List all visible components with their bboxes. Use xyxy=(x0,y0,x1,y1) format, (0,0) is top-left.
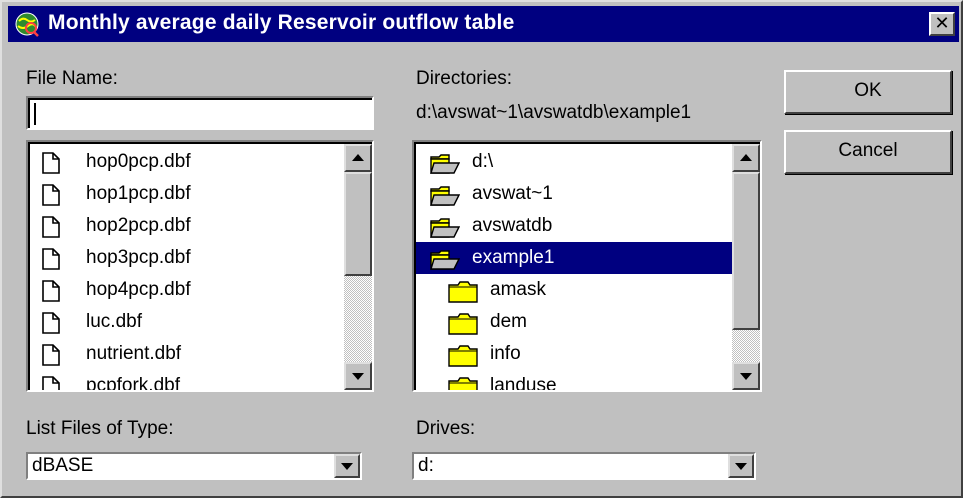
file-item-label: nutrient.dbf xyxy=(86,343,182,364)
title-bar[interactable]: Monthly average daily Reservoir outflow … xyxy=(8,6,959,42)
directory-item-label: d:\ xyxy=(472,151,494,172)
directory-item-info[interactable]: info xyxy=(416,338,732,370)
file-item-hop0pcp[interactable]: hop0pcp.dbf xyxy=(30,146,344,178)
directory-item-avswat1[interactable]: avswat~1 xyxy=(416,178,732,210)
file-item-label: hop3pcp.dbf xyxy=(86,247,191,268)
arrow-up-icon xyxy=(352,154,364,161)
ok-button-label: OK xyxy=(854,80,882,101)
document-icon xyxy=(42,280,60,302)
app-globe-icon xyxy=(15,12,39,37)
arrow-up-icon xyxy=(740,154,752,161)
file-item-nutrient[interactable]: nutrient.dbf xyxy=(30,338,344,370)
file-list-viewport: hop0pcp.dbf hop1pcp.dbf hop2pcp.dbf hop3… xyxy=(28,142,372,390)
directory-list[interactable]: d:\ avswat~1 avswatdb example1 amask dem… xyxy=(412,140,762,392)
file-name-input[interactable] xyxy=(26,96,374,130)
file-item-luc[interactable]: luc.dbf xyxy=(30,306,344,338)
folder-icon xyxy=(448,281,478,303)
directories-label: Directories: xyxy=(416,68,513,89)
file-item-hop2pcp[interactable]: hop2pcp.dbf xyxy=(30,210,344,242)
file-item-label: luc.dbf xyxy=(86,311,142,332)
file-scroll-thumb[interactable] xyxy=(344,172,372,276)
directory-item-landuse[interactable]: landuse xyxy=(416,370,732,390)
file-item-hop1pcp[interactable]: hop1pcp.dbf xyxy=(30,178,344,210)
drives-select[interactable]: d: xyxy=(412,452,756,480)
open-folder-icon xyxy=(430,250,460,270)
directory-scroll-up-button[interactable] xyxy=(732,144,760,172)
open-folder-icon xyxy=(430,154,460,174)
ok-button[interactable]: OK xyxy=(784,70,952,114)
file-item-hop3pcp[interactable]: hop3pcp.dbf xyxy=(30,242,344,274)
document-icon xyxy=(42,312,60,334)
file-name-label: File Name: xyxy=(26,68,118,89)
directory-item-label: example1 xyxy=(472,247,555,268)
open-folder-icon xyxy=(430,186,460,206)
drives-value: d: xyxy=(418,455,434,476)
file-list-scrollbar[interactable] xyxy=(344,144,372,390)
directory-list-items: d:\ avswat~1 avswatdb example1 amask dem… xyxy=(416,146,732,390)
directory-item-label: amask xyxy=(490,279,546,300)
document-icon xyxy=(42,344,60,366)
cancel-button[interactable]: Cancel xyxy=(784,130,952,174)
document-icon xyxy=(42,376,60,390)
text-caret xyxy=(34,103,36,125)
file-item-label: hop0pcp.dbf xyxy=(86,151,191,172)
file-name-input-field xyxy=(28,98,372,128)
open-folder-icon xyxy=(430,218,460,238)
directory-item-d-root[interactable]: d:\ xyxy=(416,146,732,178)
chevron-down-icon xyxy=(341,463,353,470)
folder-icon xyxy=(448,345,478,367)
directory-item-example1[interactable]: example1 xyxy=(416,242,732,274)
current-directory-path: d:\avswat~1\avswatdb\example1 xyxy=(416,102,692,123)
file-scroll-down-button[interactable] xyxy=(344,362,372,390)
directory-item-label: avswat~1 xyxy=(472,183,553,204)
directory-list-scrollbar[interactable] xyxy=(732,144,760,390)
file-item-pcpfork[interactable]: pcpfork.dbf xyxy=(30,370,344,390)
file-item-label: hop4pcp.dbf xyxy=(86,279,191,300)
document-icon xyxy=(42,184,60,206)
file-list-items: hop0pcp.dbf hop1pcp.dbf hop2pcp.dbf hop3… xyxy=(30,146,344,390)
file-scroll-up-button[interactable] xyxy=(344,144,372,172)
file-type-value: dBASE xyxy=(32,455,94,476)
dialog-window: Monthly average daily Reservoir outflow … xyxy=(0,0,963,498)
file-type-dropdown-button[interactable] xyxy=(334,454,360,478)
close-button[interactable]: ✕ xyxy=(929,12,955,36)
drives-dropdown-button[interactable] xyxy=(728,454,754,478)
arrow-down-icon xyxy=(352,373,364,380)
directory-item-label: dem xyxy=(490,311,527,332)
file-list[interactable]: hop0pcp.dbf hop1pcp.dbf hop2pcp.dbf hop3… xyxy=(26,140,374,392)
document-icon xyxy=(42,216,60,238)
directory-scroll-down-button[interactable] xyxy=(732,362,760,390)
drives-label: Drives: xyxy=(416,418,476,439)
directory-scroll-thumb[interactable] xyxy=(732,172,760,330)
directory-item-dem[interactable]: dem xyxy=(416,306,732,338)
document-icon xyxy=(42,152,60,174)
arrow-down-icon xyxy=(740,373,752,380)
window-title: Monthly average daily Reservoir outflow … xyxy=(48,11,515,34)
file-item-hop4pcp[interactable]: hop4pcp.dbf xyxy=(30,274,344,306)
file-item-label: hop2pcp.dbf xyxy=(86,215,191,236)
cancel-button-label: Cancel xyxy=(838,140,898,161)
file-item-label: hop1pcp.dbf xyxy=(86,183,191,204)
file-type-label: List Files of Type: xyxy=(26,418,174,439)
directory-item-amask[interactable]: amask xyxy=(416,274,732,306)
directory-item-label: info xyxy=(490,343,521,364)
folder-icon xyxy=(448,377,478,390)
directory-item-avswatdb[interactable]: avswatdb xyxy=(416,210,732,242)
folder-icon xyxy=(448,313,478,335)
file-item-label: pcpfork.dbf xyxy=(86,375,180,390)
directory-list-viewport: d:\ avswat~1 avswatdb example1 amask dem… xyxy=(414,142,760,390)
document-icon xyxy=(42,248,60,270)
chevron-down-icon xyxy=(735,463,747,470)
file-type-select[interactable]: dBASE xyxy=(26,452,362,480)
directory-item-label: avswatdb xyxy=(472,215,553,236)
directory-item-label: landuse xyxy=(490,375,557,390)
